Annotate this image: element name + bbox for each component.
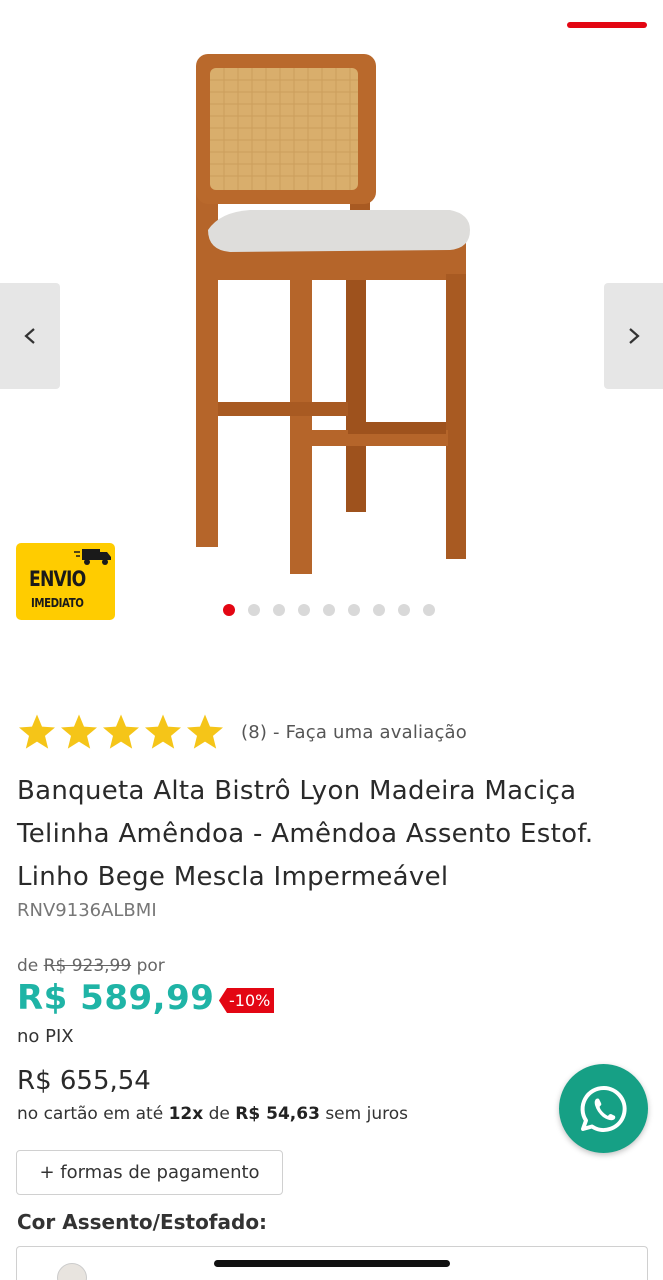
badge-line1: ENVIO [29,567,86,591]
installments-count: 12x [168,1104,204,1124]
home-indicator [214,1260,450,1267]
badge-line2: IMEDIATO [31,596,84,610]
color-option-label: Cor Assento/Estofado: [17,1210,268,1234]
gallery-prev-button[interactable] [0,283,60,389]
product-title: Banqueta Alta Bistrô Lyon Madeira Maciça… [17,776,594,892]
delivery-truck-icon [74,549,111,565]
product-image [196,54,470,574]
pix-price: R$ 589,99 [17,978,215,1018]
star-icon [187,714,223,749]
installments-amount: R$ 54,63 [235,1104,320,1124]
gallery-next-button[interactable] [604,283,663,389]
star-icon [103,714,139,749]
gallery-dot[interactable] [223,604,235,616]
gallery-dot[interactable] [248,604,260,616]
old-price-value: R$ 923,99 [43,956,132,976]
star-icon [19,714,55,749]
star-icon [145,714,181,749]
gallery-dot[interactable] [348,604,360,616]
payment-options-button[interactable]: + formas de pagamento [16,1150,283,1195]
installments-mid: de [208,1104,230,1124]
product-sku: RNV9136ALBMI [17,900,157,921]
star-rating [17,712,225,752]
chevron-right-icon [628,328,640,344]
color-swatch[interactable] [57,1263,87,1280]
gallery-dot[interactable] [298,604,310,616]
star-icon [61,714,97,749]
discount-badge: -10% [219,988,275,1013]
rating-count-link[interactable]: (8) - Faça uma avaliação [241,722,467,743]
gallery-pagination [223,604,435,616]
whatsapp-icon [580,1085,627,1132]
active-tab-indicator [567,22,647,28]
gallery-dot[interactable] [273,604,285,616]
product-gallery[interactable]: ENVIO IMEDIATO [0,40,663,640]
gallery-dot[interactable] [398,604,410,616]
rating-row[interactable]: (8) - Faça uma avaliação [17,712,467,752]
card-price: R$ 655,54 [17,1066,151,1096]
pix-label: no PIX [17,1026,74,1047]
gallery-dot[interactable] [373,604,385,616]
old-price: de R$ 923,99 por [17,956,165,976]
old-price-prefix: de [17,956,39,976]
installments-info: no cartão em até 12x de R$ 54,63 sem jur… [17,1104,408,1124]
gallery-dot[interactable] [423,604,435,616]
gallery-dot[interactable] [323,604,335,616]
envio-imediato-badge: ENVIO IMEDIATO [16,543,115,620]
old-price-suffix: por [136,956,165,976]
installments-suffix: sem juros [325,1104,408,1124]
installments-prefix: no cartão em até [17,1104,164,1124]
chevron-left-icon [24,328,35,344]
whatsapp-button[interactable] [559,1064,648,1153]
